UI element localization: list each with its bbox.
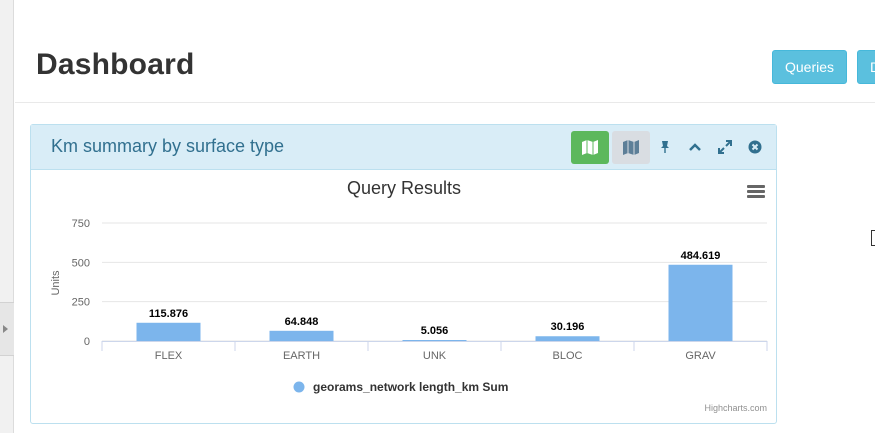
x-axis-labels: FLEX EARTH UNK BLOC GRAV [155, 350, 717, 362]
map-icon [582, 140, 598, 155]
pin-icon[interactable] [657, 139, 673, 155]
secondary-button[interactable]: D [857, 50, 875, 84]
y-tick-label: 500 [72, 257, 90, 269]
chart-menu-icon[interactable] [747, 185, 765, 199]
data-label: 30.196 [551, 321, 585, 333]
chart-area: Query Results Units FLEX EARTH UNK BLOC GRAV… [32, 171, 777, 423]
x-tick-label: EARTH [283, 350, 320, 362]
chart-title: Query Results [347, 178, 461, 198]
bar [269, 330, 334, 341]
panel-title: Km summary by surface type [51, 136, 285, 156]
map-alt-button[interactable] [612, 131, 650, 164]
x-tick-label: BLOC [553, 350, 583, 362]
chart-panel: Km summary by surface type Query Results… [30, 124, 777, 424]
y-axis-label: Units [50, 270, 62, 296]
y-tick-label: 0 [84, 336, 90, 348]
page-title: Dashboard [36, 48, 195, 81]
data-label: 484.619 [681, 250, 721, 262]
panel-header: Km summary by surface type [31, 125, 776, 170]
x-tick-label: GRAV [685, 350, 716, 362]
data-label: 115.876 [149, 308, 188, 320]
data-labels: 115.876 64.848 5.056 30.196 484.619 [149, 250, 720, 337]
chevron-up-icon[interactable] [687, 139, 703, 155]
y-tick-label: 750 [72, 218, 90, 230]
map-view-button[interactable] [571, 131, 609, 164]
page-header: Dashboard [15, 0, 875, 103]
legend-marker [293, 381, 305, 393]
y-tick-label: 250 [72, 297, 90, 309]
close-circle-icon[interactable] [747, 139, 763, 155]
y-axis-labels: 0 250 500 750 [72, 218, 90, 348]
expand-icon[interactable] [717, 139, 733, 155]
chart-credits[interactable]: Highcharts.com [704, 403, 767, 413]
x-tick-label: FLEX [155, 350, 183, 362]
data-label: 5.056 [421, 325, 449, 337]
chevron-right-icon [3, 325, 8, 333]
bar [136, 322, 201, 341]
data-label: 64.848 [285, 316, 319, 328]
chart-legend[interactable]: georams_network length_km Sum [293, 380, 509, 394]
bar-chart: Query Results Units FLEX EARTH UNK BLOC GRAV… [50, 178, 768, 394]
cursor-icon [871, 230, 875, 246]
bar [402, 340, 467, 341]
legend-label[interactable]: georams_network length_km Sum [313, 380, 508, 394]
queries-button[interactable]: Queries [772, 50, 847, 84]
x-tick-label: UNK [423, 350, 447, 362]
bar [535, 336, 600, 341]
sidebar-toggle[interactable] [0, 302, 14, 356]
map-icon [623, 140, 639, 155]
bar [668, 264, 733, 341]
sidebar-collapsed [0, 0, 14, 433]
